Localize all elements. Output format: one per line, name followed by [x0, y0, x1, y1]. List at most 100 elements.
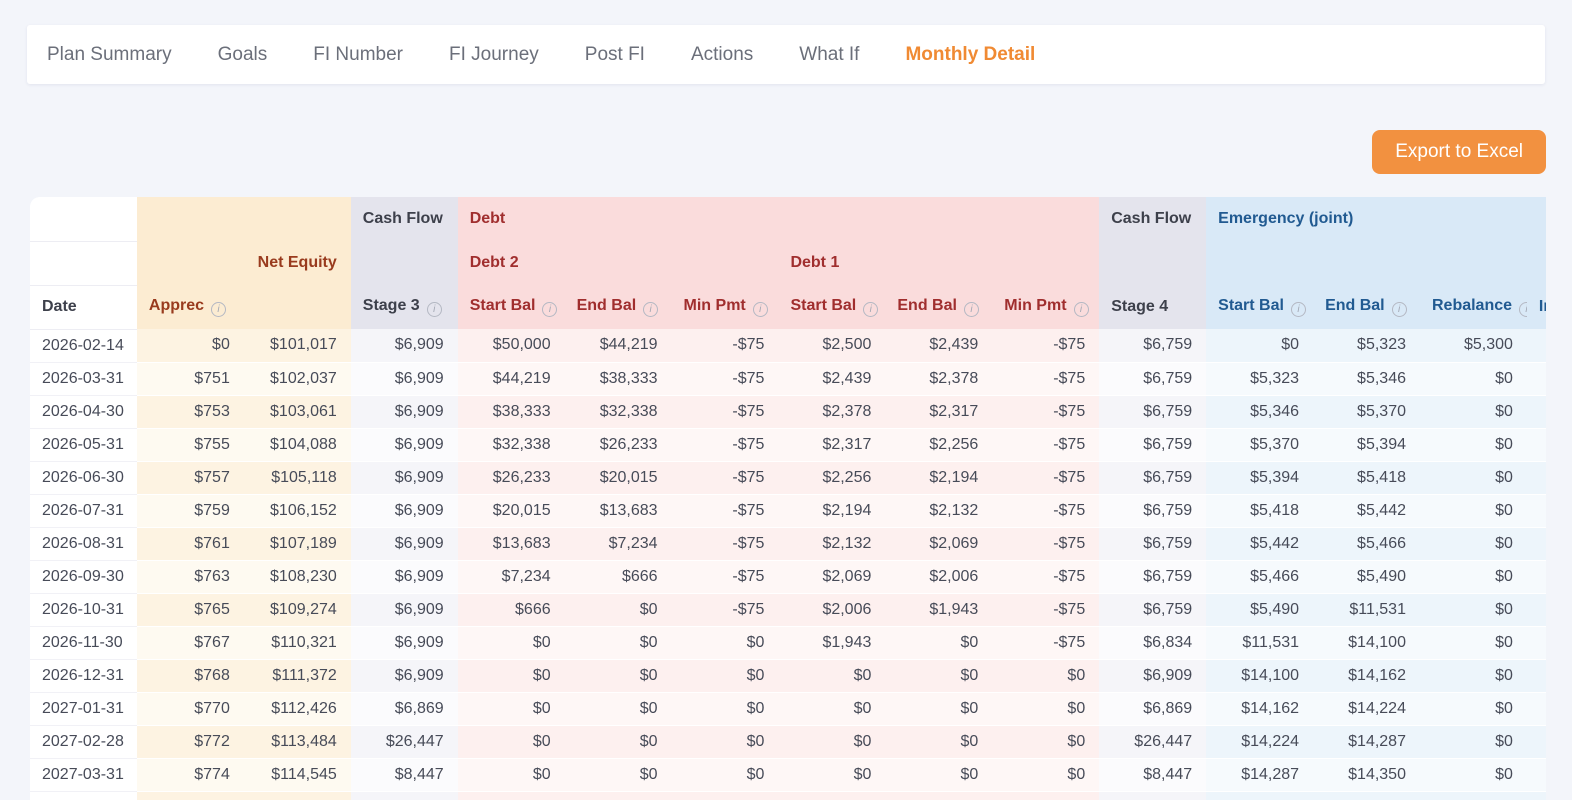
- table-row: 2026-06-30$757$105,118$6,909$26,233$20,0…: [30, 461, 1546, 494]
- cell-em_start: $5,466: [1206, 560, 1313, 593]
- info-icon[interactable]: i: [542, 302, 557, 317]
- group-header-row-1: Cash Flow Debt Cash Flow Emergency (join…: [30, 197, 1546, 241]
- top-nav: Plan Summary Goals FI Number FI Journey Post…: [27, 25, 1545, 84]
- tab-actions[interactable]: Actions: [691, 44, 753, 66]
- group-emergency-joint: Emergency (joint): [1206, 197, 1546, 241]
- cell-stage3: [351, 791, 458, 800]
- table-row: 2027-01-31$770$112,426$6,869$0$0$0$0$0$0…: [30, 692, 1546, 725]
- cell-d1_min: -$75: [992, 527, 1099, 560]
- tab-what-if[interactable]: What If: [799, 44, 859, 66]
- subgroup-net-equity: Net Equity: [137, 241, 351, 285]
- cell-d2_start: $0: [458, 626, 565, 659]
- cell-net_equity_value: $101,017: [244, 329, 351, 362]
- cell-d2_min: -$75: [672, 560, 779, 593]
- cell-d1_end: $2,069: [885, 527, 992, 560]
- cell-apprec: $757: [137, 461, 244, 494]
- cell-d2_end: $0: [565, 725, 672, 758]
- table-row: 2026-08-31$761$107,189$6,909$13,683$7,23…: [30, 527, 1546, 560]
- table-row: 2026-02-14$0$101,017$6,909$50,000$44,219…: [30, 329, 1546, 362]
- cell-d2_start: $0: [458, 725, 565, 758]
- cell-d1_min: -$75: [992, 362, 1099, 395]
- cell-d1_end: $0: [885, 692, 992, 725]
- column-header-stage3: Stage 3i: [351, 285, 458, 329]
- info-icon[interactable]: i: [1291, 302, 1306, 317]
- cell-stage3: $6,909: [351, 461, 458, 494]
- column-header-d2_end: End Bali: [565, 285, 672, 329]
- cell-apprec: $755: [137, 428, 244, 461]
- cell-stage4: $6,869: [1099, 692, 1206, 725]
- cell-em_end: $14,350: [1313, 758, 1420, 791]
- cell-d1_min: -$75: [992, 428, 1099, 461]
- cell-d1_start: $2,194: [778, 494, 885, 527]
- cell-d2_min: $0: [672, 659, 779, 692]
- cell-net_equity_value: $109,274: [244, 593, 351, 626]
- cell-d1_min: -$75: [992, 560, 1099, 593]
- cell-d2_end: $0: [565, 626, 672, 659]
- tab-monthly-detail[interactable]: Monthly Detail: [905, 44, 1035, 66]
- cell-date: 2026-12-31: [30, 659, 137, 692]
- cell-d1_end: $2,006: [885, 560, 992, 593]
- tab-fi-number[interactable]: FI Number: [313, 44, 403, 66]
- cell-d2_end: $666: [565, 560, 672, 593]
- tab-post-fi[interactable]: Post FI: [585, 44, 645, 66]
- cell-net_equity_value: $111,372: [244, 659, 351, 692]
- info-icon[interactable]: i: [1519, 302, 1527, 317]
- cell-d1_start: $2,132: [778, 527, 885, 560]
- cell-d1_end: $0: [885, 758, 992, 791]
- info-icon[interactable]: i: [211, 302, 226, 317]
- info-icon[interactable]: i: [1074, 302, 1089, 317]
- table-row: 2026-05-31$755$104,088$6,909$32,338$26,2…: [30, 428, 1546, 461]
- cell-apprec: $772: [137, 725, 244, 758]
- export-to-excel-button[interactable]: Export to Excel: [1372, 130, 1546, 174]
- tab-goals[interactable]: Goals: [218, 44, 268, 66]
- cell-apprec: $768: [137, 659, 244, 692]
- column-header-initial: Initial: [1527, 285, 1546, 329]
- cell-d1_start: $2,439: [778, 362, 885, 395]
- cell-stage3: $6,909: [351, 494, 458, 527]
- cell-date: 2027-01-31: [30, 692, 137, 725]
- cell-em_end: $5,466: [1313, 527, 1420, 560]
- cell-d2_min: -$75: [672, 527, 779, 560]
- cell-d2_end: $32,338: [565, 395, 672, 428]
- cell-d1_start: $0: [778, 725, 885, 758]
- info-icon[interactable]: i: [1392, 302, 1407, 317]
- cell-stage4: $6,759: [1099, 395, 1206, 428]
- cell-date: 2026-10-31: [30, 593, 137, 626]
- cell-d1_min: [992, 791, 1099, 800]
- cell-d1_start: $2,317: [778, 428, 885, 461]
- monthly-detail-table: Cash Flow Debt Cash Flow Emergency (join…: [30, 197, 1546, 800]
- cell-stage3: $6,869: [351, 692, 458, 725]
- cell-rebalance: $0: [1420, 527, 1527, 560]
- cell-d1_min: $0: [992, 758, 1099, 791]
- column-header-label: Min Pmt: [1004, 297, 1066, 314]
- info-icon[interactable]: i: [964, 302, 979, 317]
- tab-plan-summary[interactable]: Plan Summary: [47, 44, 172, 66]
- info-icon[interactable]: i: [427, 302, 442, 317]
- cell-d2_min: -$75: [672, 395, 779, 428]
- group-header-row-2: Net Equity Debt 2 Debt 1: [30, 241, 1546, 285]
- cell-apprec: $767: [137, 626, 244, 659]
- cell-initial: [1527, 560, 1546, 593]
- cell-em_end: $5,442: [1313, 494, 1420, 527]
- cell-em_end: $5,418: [1313, 461, 1420, 494]
- cell-initial: [1527, 725, 1546, 758]
- cell-date: 2026-04-30: [30, 395, 137, 428]
- group-cash-flow-2: Cash Flow: [1099, 197, 1206, 241]
- table-row: 2026-09-30$763$108,230$6,909$7,234$666-$…: [30, 560, 1546, 593]
- cell-initial: [1527, 461, 1546, 494]
- info-icon[interactable]: i: [643, 302, 658, 317]
- column-header-label: Initial: [1539, 298, 1546, 315]
- table-row: [30, 791, 1546, 800]
- cell-stage3: $6,909: [351, 395, 458, 428]
- info-icon[interactable]: i: [753, 302, 768, 317]
- cell-d2_start: $44,219: [458, 362, 565, 395]
- info-icon[interactable]: i: [863, 302, 878, 317]
- column-header-em_end: End Bali: [1313, 285, 1420, 329]
- cell-d2_end: $20,015: [565, 461, 672, 494]
- cell-d1_min: -$75: [992, 329, 1099, 362]
- tab-fi-journey[interactable]: FI Journey: [449, 44, 539, 66]
- cell-d2_min: $0: [672, 626, 779, 659]
- cell-net_equity_value: $105,118: [244, 461, 351, 494]
- cell-d1_start: [778, 791, 885, 800]
- column-header-rebalance: Rebalancei: [1420, 285, 1527, 329]
